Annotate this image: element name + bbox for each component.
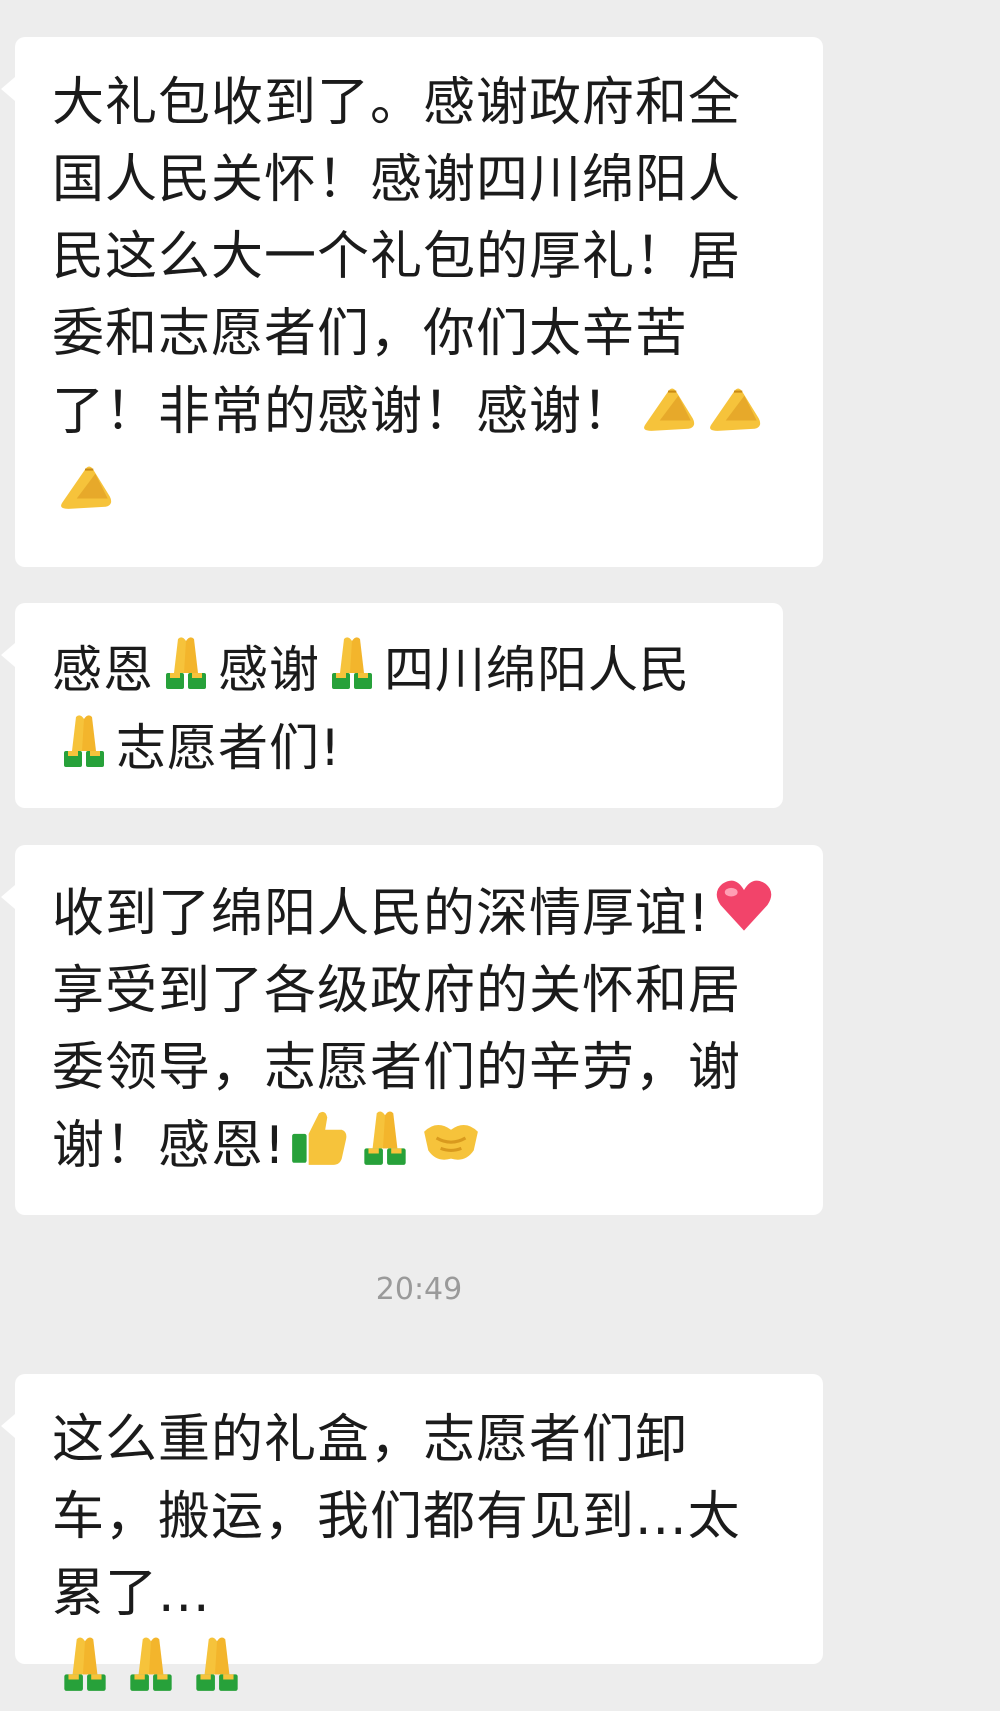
message-bubble[interactable]: 感恩 感谢 四川绵阳人民 志愿者们! [1, 603, 783, 808]
folded-hands-icon [332, 637, 372, 689]
thumbs-up-icon [291, 1111, 347, 1165]
folded-hands-icon [196, 1637, 238, 1691]
message-bubble[interactable]: 这么重的礼盒，志愿者们卸车，搬运，我们都有见到...太累了... [1, 1374, 823, 1691]
ok-hand-icon [709, 387, 762, 432]
message-text: 大礼包收到了。感谢政府和全国人民关怀！感谢四川绵阳人民这么大一个礼包的厚礼！居委… [52, 65, 787, 529]
red-heart-icon [716, 880, 772, 931]
folded-hands-icon [166, 637, 206, 689]
message-bubble[interactable]: 大礼包收到了。感谢政府和全国人民关怀！感谢四川绵阳人民这么大一个礼包的厚礼！居委… [1, 37, 823, 567]
timestamp: 20:49 [375, 1272, 463, 1307]
folded-hands-icon [364, 1111, 406, 1165]
handshake-icon [422, 1123, 480, 1162]
folded-hands-icon [130, 1637, 172, 1691]
folded-hands-icon [64, 715, 104, 767]
folded-hands-icon [64, 1637, 106, 1691]
message-text: 收到了绵阳人民的深情厚谊!享受到了各级政府的关怀和居委领导，志愿者们的辛劳，谢谢… [52, 873, 787, 1185]
message-text: 感恩 感谢 四川绵阳人民 志愿者们! [52, 631, 747, 787]
ok-hand-icon [643, 387, 696, 432]
message-bubble[interactable]: 收到了绵阳人民的深情厚谊!享受到了各级政府的关怀和居委领导，志愿者们的辛劳，谢谢… [1, 845, 823, 1215]
ok-hand-icon [60, 465, 113, 510]
